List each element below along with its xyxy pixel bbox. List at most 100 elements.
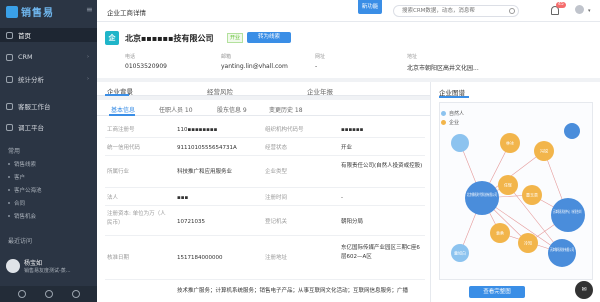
brand-logo[interactable]: 销售易 [6, 4, 54, 19]
crm-icon [6, 53, 13, 61]
graph-node-label: 董玉贵 [526, 192, 538, 198]
graph-node-main[interactable] [465, 181, 499, 215]
brand-name: 销售易 [21, 8, 54, 19]
table-row: 核准日期 1517184000000 注册地址 东亿国际传媒产业园区三期C座6层… [105, 240, 425, 280]
sidebar-item-platform[interactable]: 调工平台 [0, 120, 97, 134]
sidebar-item-label: 调工平台 [18, 124, 44, 132]
graph-node-label: 北京微吼时代科技有限公司 [467, 191, 497, 197]
field-label: 企业类型 [265, 169, 288, 175]
help-icon[interactable] [71, 290, 80, 298]
convert-to-lead-button[interactable]: 转为线索 [247, 32, 291, 43]
basic-info-table: 工商注册号 110▪▪▪▪▪▪▪▪ 组织机构代码号 ▪▪▪▪▪▪ 统一信用代码 … [97, 116, 430, 302]
sidebar-item-crm[interactable]: CRM › [0, 50, 97, 64]
graph-node-label: 冷知 [524, 240, 532, 246]
legend-company: 企业 [441, 119, 459, 126]
search-input[interactable] [393, 5, 519, 17]
home-icon [6, 31, 13, 39]
logo-icon [6, 5, 18, 18]
section-common-title: 常用 [8, 148, 21, 155]
graph-node-person[interactable] [451, 134, 469, 152]
user-avatar[interactable] [575, 5, 584, 14]
tab-basic-info[interactable]: 基本信息 [111, 105, 135, 114]
field-value: 科技推广和应用服务业 [177, 169, 233, 175]
sidebar-item-analytics[interactable]: 统计分析 › [0, 72, 97, 86]
table-row: 统一信用代码 9111010555654731A 经营状态 开业 [105, 142, 425, 156]
sidebar-item-label: CRM [18, 53, 33, 61]
field-label: 法人 [107, 195, 119, 201]
graph-node-company[interactable] [548, 239, 576, 267]
collapse-menu-icon[interactable]: ≡ [86, 6, 94, 14]
graph-node-label: 任辉 [504, 182, 512, 188]
company-logo-icon: 企 [105, 31, 119, 45]
tab-staff[interactable]: 任职人员 10 [159, 105, 193, 114]
search-icon[interactable] [509, 8, 515, 14]
tab-risk[interactable]: 经营风险 [207, 86, 233, 96]
bullet-icon [8, 189, 10, 191]
common-item-label: 客户 [14, 175, 26, 181]
website-value: - [315, 63, 318, 70]
common-item[interactable]: 合同 [8, 199, 25, 207]
graph-node-label: 天津吼吼科技中心（有限合伙） [553, 208, 583, 214]
company-name: 北京▪▪▪▪▪▪技有限公司 [125, 34, 214, 43]
company-header: 企 北京▪▪▪▪▪▪技有限公司 开业 转为线索 电话 01053520909 邮… [97, 22, 600, 78]
common-item[interactable]: 销售线索 [8, 160, 36, 168]
chevron-down-icon[interactable]: ▾ [588, 8, 591, 14]
graph-node-label: 林冰 [506, 140, 514, 146]
common-item-label: 客户公海池 [14, 188, 42, 194]
common-item-label: 销售机会 [14, 214, 37, 220]
company-graph-panel: 企业图谱 北京微吼时代科技有限公司 天津吼吼科技中心（有 天津微吼科技有限公司 … [430, 82, 600, 302]
sidebar-item-label: 首页 [18, 32, 31, 40]
field-value: 朝阳分局 [341, 219, 364, 225]
sub-tabs: 基本信息 任职人员 10 股东信息 9 变更历史 18 [97, 100, 430, 116]
sidebar-item-label: 客服工作台 [18, 103, 51, 111]
email-value[interactable]: yanting.lin@vhall.com [221, 63, 288, 70]
graph-node-label: 童如白 [454, 250, 466, 256]
chat-icon[interactable]: ✉ [575, 281, 593, 299]
sidebar-item-home[interactable]: 首页 [0, 28, 97, 42]
view-full-graph-button[interactable]: 查看完整图 [469, 286, 525, 298]
settings-icon[interactable] [17, 290, 26, 298]
active-tab-indicator [439, 96, 469, 98]
recent-visit-item[interactable]: 杨宝如 销售易友度测试-蒸... [6, 255, 92, 277]
field-label: 组织机构代码号 [265, 127, 304, 133]
field-label: 核准日期 [107, 255, 130, 261]
field-value: 10721035 [177, 219, 205, 225]
sidebar-item-service[interactable]: 客服工作台 [0, 99, 97, 113]
graph-node-company[interactable] [551, 198, 585, 232]
common-item[interactable]: 客户 [8, 173, 25, 181]
field-label: 统一信用代码 [107, 145, 141, 151]
platform-icon [6, 123, 13, 131]
common-item[interactable]: 销售机会 [8, 212, 36, 220]
apps-icon[interactable] [44, 290, 53, 298]
field-value: 东亿国际传媒产业园区三期C座6层602—A区 [341, 245, 420, 260]
bullet-icon [8, 202, 10, 204]
field-value: 110▪▪▪▪▪▪▪▪ [177, 127, 218, 133]
bullet-icon [8, 163, 10, 165]
field-label: 注册资本: 单位为万（人民币） [107, 211, 166, 226]
tab-shareholders[interactable]: 股东信息 9 [217, 105, 247, 114]
legend-label: 企业 [449, 120, 460, 126]
new-feature-badge[interactable]: 新功能 [358, 0, 382, 14]
field-label: 工商注册号 [107, 127, 135, 133]
service-icon [6, 102, 13, 110]
sidebar-item-label: 统计分析 [18, 76, 44, 84]
field-value: ▪▪▪▪▪▪ [341, 127, 364, 133]
tab-change-history[interactable]: 变更历史 18 [269, 105, 303, 114]
chevron-right-icon: › [87, 76, 89, 82]
address-label: 地址 [407, 54, 418, 60]
common-item-label: 合同 [14, 201, 26, 207]
graph-node-company[interactable] [564, 123, 580, 139]
email-label: 邮箱 [221, 54, 232, 60]
chevron-right-icon: › [87, 54, 89, 60]
common-item[interactable]: 客户公海池 [8, 186, 42, 194]
tab-annual-report[interactable]: 企业年报 [307, 86, 333, 96]
field-value: 开业 [341, 145, 353, 151]
field-value: 1517184000000 [177, 255, 223, 261]
section-recent-title: 最近访问 [8, 238, 33, 245]
recent-name: 杨宝如 [24, 260, 43, 267]
status-badge: 开业 [227, 33, 244, 43]
table-row: 工商注册号 110▪▪▪▪▪▪▪▪ 组织机构代码号 ▪▪▪▪▪▪ [105, 124, 425, 138]
field-value: ▪▪▪ [177, 195, 189, 201]
graph-canvas[interactable]: 北京微吼时代科技有限公司 天津吼吼科技中心（有限合伙） 天津微吼科技有限公司 林… [439, 102, 593, 280]
legend-swatch [441, 120, 446, 125]
